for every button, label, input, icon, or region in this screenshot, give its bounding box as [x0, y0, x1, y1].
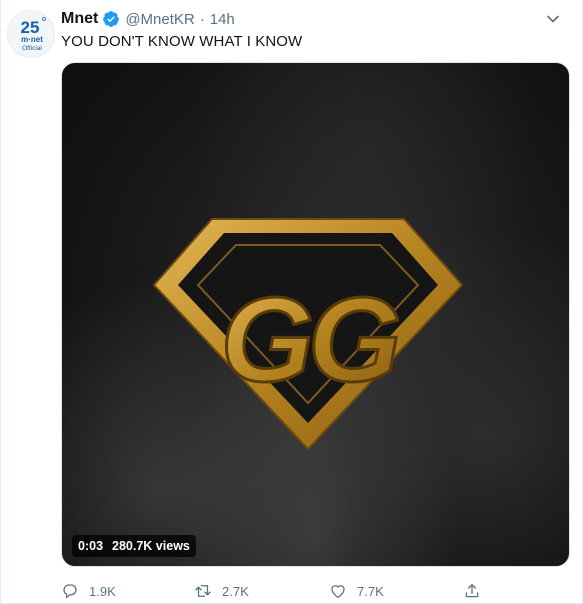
video-stats-badge: 0:03 280.7K views — [72, 535, 196, 557]
video-views: 280.7K views — [112, 539, 190, 553]
retweet-icon — [195, 585, 211, 597]
svg-text:GG: GG — [221, 273, 398, 407]
tweet-actions: 1.9K 2.7K 7.7K — [61, 580, 531, 602]
tweet-text: YOU DON'T KNOW WHAT I KNOW — [61, 33, 303, 50]
separator-dot: · — [199, 10, 205, 28]
gg-shield-logo: GG — [152, 218, 464, 451]
tweet-header: Mnet @MnetKR · 14h — [61, 9, 235, 29]
reply-icon — [63, 584, 77, 599]
like-count: 7.7K — [357, 583, 384, 599]
video-player[interactable]: GG 0:03 280.7K views — [61, 62, 570, 567]
video-elapsed: 0:03 — [78, 539, 104, 553]
svg-text:Official: Official — [22, 45, 42, 52]
like-button[interactable]: 7.7K — [329, 580, 384, 602]
share-icon — [465, 583, 479, 598]
reply-count: 1.9K — [89, 583, 116, 599]
reply-button[interactable]: 1.9K — [61, 580, 116, 602]
retweet-count: 2.7K — [222, 583, 249, 599]
retweet-button[interactable]: 2.7K — [194, 580, 249, 602]
avatar[interactable]: 25 m·net Official — [7, 10, 55, 58]
handle[interactable]: @MnetKR — [125, 11, 194, 28]
like-icon — [331, 585, 345, 599]
verified-badge-icon — [103, 11, 120, 27]
mnet-25-logo: 25 m·net Official — [21, 17, 46, 52]
tweet[interactable]: 25 m·net Official Mnet @MnetKR · 14h YOU… — [0, 0, 583, 604]
display-name[interactable]: Mnet — [61, 10, 98, 28]
chevron-down-icon[interactable] — [546, 12, 560, 26]
timestamp[interactable]: 14h — [210, 11, 235, 28]
svg-text:m·net: m·net — [21, 35, 43, 44]
share-button[interactable] — [463, 580, 481, 602]
